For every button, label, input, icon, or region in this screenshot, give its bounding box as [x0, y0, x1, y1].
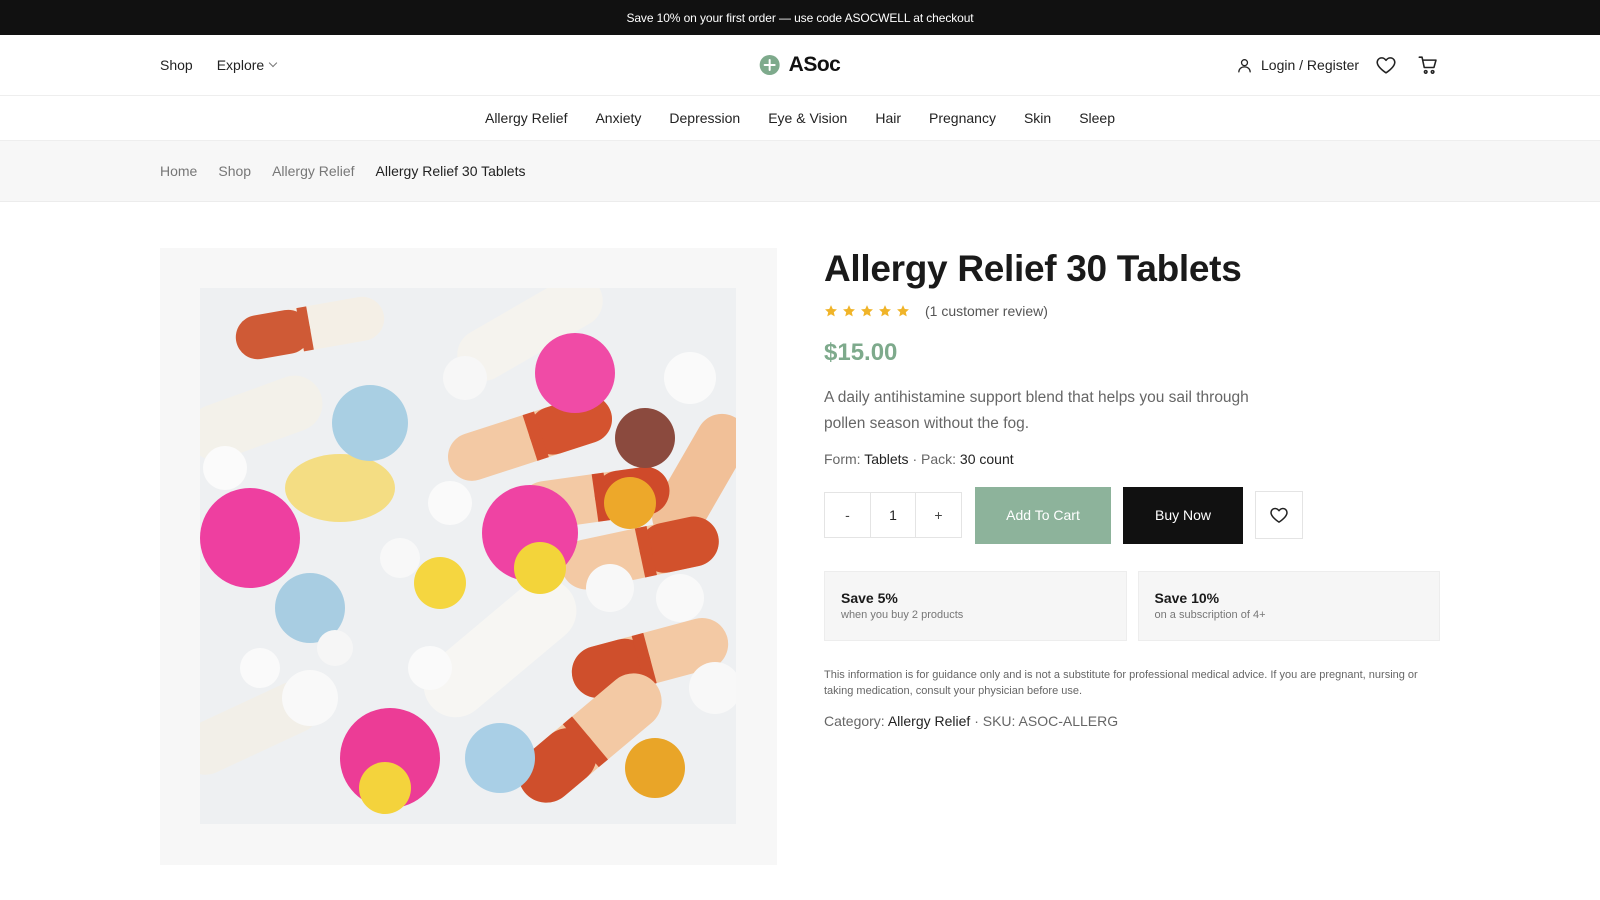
- star-icon: [825, 304, 837, 316]
- form-label: Form:: [824, 450, 861, 467]
- add-to-cart-button[interactable]: Add To Cart: [975, 486, 1111, 544]
- category-nav: Allergy Relief Anxiety Depression Eye & …: [0, 96, 1600, 141]
- quantity-input[interactable]: 1: [870, 493, 916, 538]
- product-title: Allergy Relief 30 Tablets: [824, 248, 1242, 289]
- quantity-increase-button[interactable]: +: [916, 493, 961, 537]
- chevron-down-icon: [268, 58, 278, 68]
- offer-card: Save 5% when you buy 2 products: [824, 570, 1127, 641]
- heart-icon: [1376, 57, 1396, 74]
- cart-icon: [1418, 56, 1437, 74]
- star-icon: [897, 304, 909, 316]
- rating-stars: [824, 304, 910, 318]
- star-icon: [861, 304, 873, 316]
- star-icon: [879, 304, 891, 316]
- category-anxiety[interactable]: Anxiety: [595, 110, 641, 126]
- promo-text: Save 10% on your first order — use code …: [626, 10, 974, 25]
- star-icon: [843, 304, 855, 316]
- offer-title: Save 5%: [841, 589, 898, 606]
- offer-cards: Save 5% when you buy 2 products Save 10%…: [824, 570, 1440, 641]
- product-price: $15.00: [824, 338, 898, 366]
- category-skin[interactable]: Skin: [1024, 110, 1051, 126]
- header-nav: Shop Explore: [160, 57, 278, 73]
- quantity-decrease-button[interactable]: -: [825, 493, 870, 537]
- nav-shop-label: Shop: [160, 57, 193, 73]
- product-main: Allergy Relief 30 Tablets (1 customer re…: [0, 202, 1600, 900]
- product-attributes: Form: Tablets · Pack: 30 count: [824, 451, 1440, 467]
- product-description: A daily antihistamine support blend that…: [824, 388, 1249, 432]
- breadcrumb-current: Allergy Relief 30 Tablets: [375, 163, 526, 179]
- pills-photo: [200, 288, 736, 824]
- product-category-sku: Category: Allergy Relief · SKU: ASOC-ALL…: [824, 713, 1440, 729]
- login-label: Login / Register: [1261, 57, 1360, 73]
- login-register-link[interactable]: Login / Register: [1236, 57, 1359, 74]
- brand-logo[interactable]: ASoc: [759, 53, 841, 77]
- review-count-link[interactable]: (1 customer review): [925, 303, 1048, 319]
- offer-subtitle: on a subscription of 4+: [1154, 608, 1266, 621]
- add-to-wishlist-button[interactable]: [1255, 491, 1303, 540]
- nav-shop[interactable]: Shop: [160, 57, 193, 73]
- product-image[interactable]: [200, 288, 736, 824]
- brand-name: ASoc: [788, 53, 841, 76]
- category-link[interactable]: Allergy Relief: [888, 713, 970, 729]
- medical-disclaimer: This information is for guidance only an…: [824, 668, 1418, 697]
- promo-bar: Save 10% on your first order — use code …: [0, 0, 1600, 35]
- heart-icon: [1270, 507, 1288, 523]
- product-info: Allergy Relief 30 Tablets (1 customer re…: [824, 248, 1440, 729]
- category-sleep[interactable]: Sleep: [1079, 110, 1115, 126]
- buy-now-button[interactable]: Buy Now: [1123, 486, 1243, 544]
- breadcrumb-shop[interactable]: Shop: [218, 163, 251, 179]
- header-actions: Login / Register: [1236, 54, 1439, 76]
- category-label: Category:: [824, 712, 885, 729]
- form-value: Tablets: [864, 450, 909, 467]
- category-allergy-relief[interactable]: Allergy Relief: [485, 110, 567, 126]
- offer-subtitle: when you buy 2 products: [841, 608, 964, 621]
- category-pregnancy[interactable]: Pregnancy: [929, 110, 996, 126]
- breadcrumb-category[interactable]: Allergy Relief: [272, 163, 354, 179]
- pack-value: 30 count: [959, 450, 1014, 467]
- pack-label: · Pack:: [912, 450, 957, 467]
- offer-card: Save 10% on a subscription of 4+: [1137, 570, 1440, 641]
- product-rating: (1 customer review): [824, 303, 1440, 319]
- nav-explore[interactable]: Explore: [216, 57, 278, 73]
- site-header: Shop Explore ASoc Login / Register: [0, 35, 1600, 96]
- offer-title: Save 10%: [1154, 589, 1220, 606]
- product-gallery: [160, 248, 777, 865]
- breadcrumb: Home Shop Allergy Relief Allergy Relief …: [0, 141, 1600, 202]
- plus-circle-logo-icon: [759, 55, 780, 75]
- category-hair[interactable]: Hair: [875, 110, 901, 126]
- purchase-controls: - 1 + Add To Cart Buy Now: [824, 486, 1440, 544]
- user-icon: [1238, 58, 1251, 73]
- nav-explore-label: Explore: [216, 57, 265, 73]
- quantity-stepper: - 1 +: [824, 492, 962, 539]
- sku-text: · SKU: ASOC-ALLERG: [974, 712, 1119, 729]
- wishlist-button[interactable]: [1375, 54, 1397, 76]
- cart-button[interactable]: [1417, 54, 1439, 76]
- category-depression[interactable]: Depression: [669, 110, 740, 126]
- category-eye-vision[interactable]: Eye & Vision: [768, 110, 847, 126]
- breadcrumb-home[interactable]: Home: [160, 163, 197, 179]
